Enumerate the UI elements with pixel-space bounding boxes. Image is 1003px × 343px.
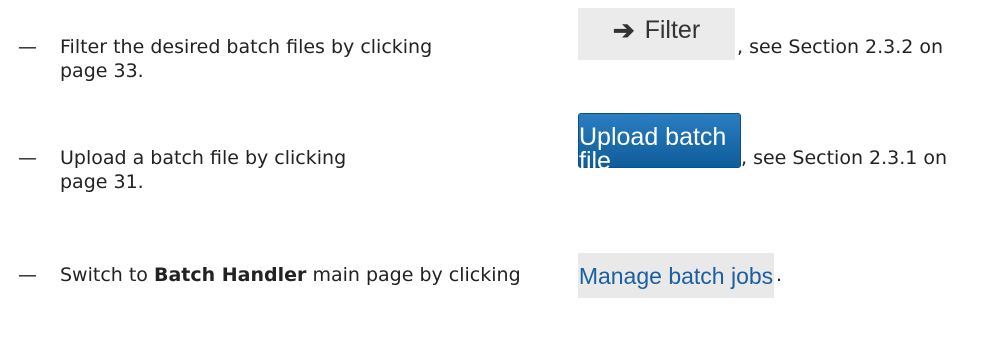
filter-button[interactable]: ➔ Filter	[578, 8, 735, 60]
bullet-dash: —	[18, 264, 37, 286]
item-text-bold: Batch Handler	[153, 264, 307, 286]
bullet-dash: —	[18, 36, 37, 58]
item-text: Switch to Batch Handler main page by cli…	[60, 263, 521, 287]
filter-button-label: Filter	[644, 16, 701, 44]
item-text-after: , see Section 2.3.2 on	[737, 36, 944, 58]
item-continuation: page 31.	[60, 171, 144, 193]
manage-batch-jobs-button[interactable]: Manage batch jobs	[578, 253, 774, 298]
item-text-mid: main page by clicking	[306, 264, 521, 286]
item-text-before: Switch to	[60, 264, 154, 286]
item-continuation: page 33.	[60, 60, 144, 82]
item-text-after: .	[776, 264, 783, 286]
item-text-after: , see Section 2.3.1 on	[741, 147, 948, 169]
bullet-dash: —	[18, 147, 37, 169]
upload-batch-file-button[interactable]: Upload batch file	[578, 113, 741, 174]
item-text-before: Filter the desired batch files by clicki…	[60, 36, 433, 58]
arrow-right-icon: ➔	[612, 15, 635, 45]
item-text-before: Upload a batch file by clicking	[60, 147, 347, 169]
